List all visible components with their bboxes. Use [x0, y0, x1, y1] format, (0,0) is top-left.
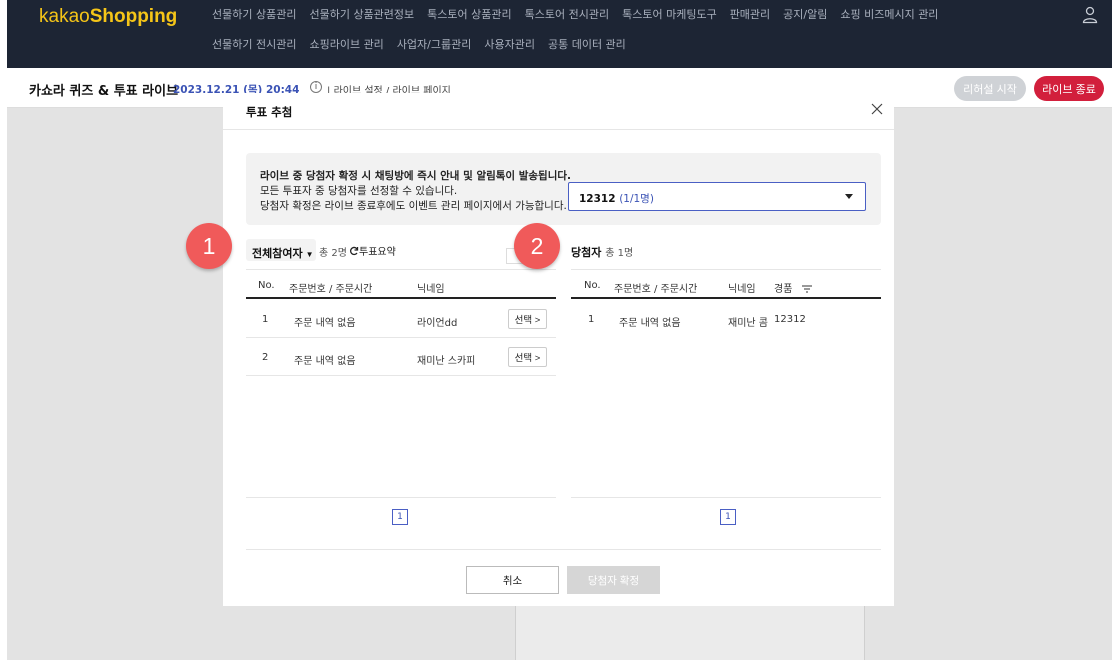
- select-button[interactable]: 선택 >: [508, 347, 547, 367]
- page-1-button[interactable]: 1: [720, 509, 736, 525]
- col-order: 주문번호 / 주문시간: [614, 284, 698, 295]
- col-nickname: 닉네임: [728, 284, 756, 295]
- winners-table: No. 주문번호 / 주문시간 닉네임 경품 1 주문 내역 없음 재미난 콤 …: [571, 269, 881, 499]
- row-order: 주문 내역 없음: [619, 318, 681, 329]
- nav-item-users[interactable]: 사용자관리: [484, 38, 535, 52]
- top-navigation-bar: kakaoShopping 선물하기 상품관리 선물하기 상품관련정보 톡스토어…: [7, 0, 1112, 68]
- cancel-button[interactable]: 취소: [466, 566, 559, 594]
- refresh-icon: [350, 246, 359, 256]
- nav-item-talkstore-display[interactable]: 톡스토어 전시관리: [525, 8, 609, 22]
- info-line-notice: 라이브 중 당첨자 확정 시 채팅방에 즉시 안내 및 알림톡이 발송됩니다.: [260, 170, 572, 182]
- nav-item-gift-products[interactable]: 선물하기 상품관리: [212, 8, 296, 22]
- vote-option-select[interactable]: 12312 (1/1명): [568, 182, 866, 211]
- nav-item-business-group[interactable]: 사업자/그룹관리: [397, 38, 472, 52]
- vote-summary-button[interactable]: 투표요약: [349, 243, 396, 258]
- kakao-shopping-logo[interactable]: kakaoShopping: [39, 6, 177, 28]
- dropdown-arrow-icon: [845, 194, 853, 199]
- nav-item-gift-product-info[interactable]: 선물하기 상품관련정보: [309, 8, 414, 22]
- select-button[interactable]: 선택 >: [508, 309, 547, 329]
- info-box: 라이브 중 당첨자 확정 시 채팅방에 즉시 안내 및 알림톡이 발송됩니다. …: [246, 153, 881, 225]
- row-no: 2: [262, 352, 269, 363]
- step-marker-1: 1: [186, 223, 232, 269]
- row-nickname: 라이언dd: [417, 318, 458, 329]
- info-line-confirm: 당첨자 확정은 라이브 종료후에도 이벤트 관리 페이지에서 가능합니다.: [260, 200, 567, 212]
- col-prize[interactable]: 경품: [774, 280, 812, 295]
- close-icon: [871, 103, 883, 115]
- participant-total: 총 2명: [319, 248, 347, 259]
- row-nickname: 재미난 콤: [728, 318, 768, 329]
- table-row: 2 주문 내역 없음 재미난 스카피 선택 >: [246, 339, 556, 376]
- nav-item-sales[interactable]: 판매관리: [730, 8, 770, 22]
- table-footer-line: [246, 497, 556, 498]
- row-no: 1: [588, 314, 595, 325]
- filter-icon: [801, 285, 812, 293]
- nav-item-talkstore-marketing[interactable]: 톡스토어 마케팅도구: [622, 8, 717, 22]
- nav-item-shopping-live[interactable]: 쇼핑라이브 관리: [309, 38, 383, 52]
- row-prize: 12312: [774, 314, 806, 325]
- main-menu: 선물하기 상품관리 선물하기 상품관련정보 톡스토어 상품관리 톡스토어 전시관…: [212, 8, 1032, 52]
- col-no: No.: [584, 280, 601, 291]
- selected-option: 12312 (1/1명): [579, 193, 654, 205]
- table-footer-line: [571, 497, 881, 498]
- step-marker-2: 2: [514, 223, 560, 269]
- nav-item-gift-display[interactable]: 선물하기 전시관리: [212, 38, 296, 52]
- participant-filter-dropdown[interactable]: 전체참여자 ▼: [246, 239, 316, 261]
- col-nickname: 닉네임: [417, 284, 445, 295]
- nav-item-notice[interactable]: 공지/알림: [783, 8, 827, 22]
- info-line-selection: 모든 투표자 중 당첨자를 선정할 수 있습니다.: [260, 185, 458, 197]
- user-icon[interactable]: [1082, 6, 1098, 24]
- table-header: No. 주문번호 / 주문시간 닉네임 경품: [571, 269, 881, 299]
- table-row: 1 주문 내역 없음 재미난 콤 12312: [571, 301, 881, 338]
- row-order: 주문 내역 없음: [294, 356, 356, 367]
- modal-title: 투표 추첨: [246, 105, 293, 119]
- nav-item-common-data[interactable]: 공통 데이터 관리: [548, 38, 626, 52]
- table-header: No. 주문번호 / 주문시간 닉네임: [246, 269, 556, 299]
- col-order: 주문번호 / 주문시간: [289, 284, 373, 295]
- participants-table: No. 주문번호 / 주문시간 닉네임 1 주문 내역 없음 라이언dd 선택 …: [246, 269, 556, 499]
- nav-item-biz-message[interactable]: 쇼핑 비즈메시지 관리: [840, 8, 938, 22]
- info-icon[interactable]: i: [310, 81, 322, 93]
- row-order: 주문 내역 없음: [294, 318, 356, 329]
- row-no: 1: [262, 314, 269, 325]
- row-nickname: 재미난 스카피: [417, 356, 476, 367]
- modal-footer-divider: [246, 549, 881, 550]
- live-title: 카쇼라 퀴즈 & 투표 라이브: [29, 84, 179, 99]
- close-button[interactable]: [869, 102, 885, 118]
- start-rehearsal-button[interactable]: 리허설 시작: [954, 76, 1026, 101]
- table-row: 1 주문 내역 없음 라이언dd 선택 >: [246, 301, 556, 338]
- confirm-winner-button[interactable]: 당첨자 확정: [567, 566, 660, 594]
- winners-header: 당첨자 총 1명: [571, 246, 634, 259]
- modal-header: 투표 추첨: [223, 93, 894, 130]
- vote-draw-modal: 투표 추첨 라이브 중 당첨자 확정 시 채팅방에 즉시 안내 및 알림톡이 발…: [223, 93, 894, 606]
- background-panel: [515, 600, 865, 660]
- col-no: No.: [258, 280, 275, 291]
- page-1-button[interactable]: 1: [392, 509, 408, 525]
- end-live-button[interactable]: 라이브 종료: [1034, 76, 1104, 101]
- nav-item-talkstore-products[interactable]: 톡스토어 상품관리: [427, 8, 511, 22]
